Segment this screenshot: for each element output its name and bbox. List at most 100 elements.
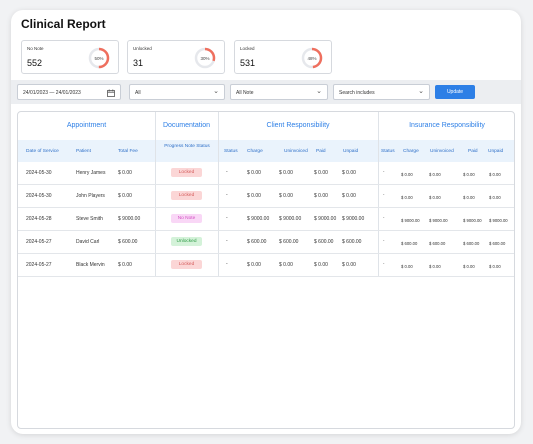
table-row[interactable]: 2024-05-30 Henry James $ 0.00 - $ 0.00 $ 0.00… <box>18 162 514 185</box>
calendar-icon <box>107 87 115 99</box>
cell-patient: Black Mervin <box>76 262 105 268</box>
table-row[interactable]: 2024-05-27 Black Mervin $ 0.00 - $ 0.00 $ 0.0… <box>18 254 514 277</box>
cell-fee: $ 0.00 <box>118 262 132 268</box>
cell-c-status: - <box>226 261 228 267</box>
cell-i-paid: $ 0.00 <box>463 195 475 200</box>
col-ins-uninvoiced[interactable]: Uninvoiced <box>430 149 454 154</box>
cell-c-unpaid: $ 9000.00 <box>342 216 365 222</box>
cell-i-charge: $ 9000.00 <box>401 218 420 223</box>
cell-c-charge: $ 0.00 <box>247 193 261 199</box>
col-patient[interactable]: Patient <box>76 149 91 154</box>
cell-i-unpaid: $ 0.00 <box>489 264 501 269</box>
chevron-down-icon: ⌄ <box>418 88 424 95</box>
cell-fee: $ 0.00 <box>118 170 132 176</box>
cell-i-charge: $ 0.00 <box>401 172 413 177</box>
cell-i-unpaid: $ 9000.00 <box>489 218 508 223</box>
chevron-down-icon: ⌄ <box>316 88 322 95</box>
group-header-appointment: Appointment <box>66 122 107 129</box>
note-filter-value: All Note <box>236 90 254 96</box>
cell-c-status: - <box>226 238 228 244</box>
cell-i-paid: $ 600.00 <box>463 241 480 246</box>
cell-i-uninvoiced: $ 9000.00 <box>429 218 448 223</box>
cell-i-uninvoiced: $ 0.00 <box>429 264 441 269</box>
cell-i-charge: $ 600.00 <box>401 241 418 246</box>
note-filter-select[interactable]: All Note ⌄ <box>230 84 328 100</box>
col-ins-unpaid[interactable]: Unpaid <box>488 149 503 154</box>
cell-patient: Steve Smith <box>76 216 103 222</box>
col-client-uninvoiced[interactable]: Uninvoiced <box>284 149 308 154</box>
col-date[interactable]: Date of Service <box>26 149 59 154</box>
cell-c-paid: $ 0.00 <box>314 193 328 199</box>
stat-label: No Note <box>27 46 44 51</box>
search-select[interactable]: Search includes ⌄ <box>333 84 430 100</box>
cell-c-status: - <box>226 215 228 221</box>
cell-date: 2024-05-27 <box>26 239 52 245</box>
cell-i-status: - <box>383 238 385 243</box>
stat-card-locked[interactable]: Locked 531 48% <box>234 40 332 74</box>
cell-i-status: - <box>383 215 385 220</box>
chevron-down-icon: ⌄ <box>213 88 219 95</box>
cell-i-unpaid: $ 600.00 <box>489 241 506 246</box>
clinical-report-card: Clinical Report No Note 552 50% Unlocked… <box>11 10 521 434</box>
cell-i-unpaid: $ 0.00 <box>489 195 501 200</box>
cell-date: 2024-05-27 <box>26 262 52 268</box>
group-header-documentation: Documentation <box>162 122 211 129</box>
col-client-status[interactable]: Status <box>224 149 238 154</box>
date-range-value: 24/01/2023 — 24/01/2023 <box>23 90 81 96</box>
col-ins-status[interactable]: Status <box>381 149 395 154</box>
status-badge: No Note <box>171 214 202 223</box>
stat-value: 531 <box>240 58 256 68</box>
cell-i-status: - <box>383 261 385 266</box>
table-row[interactable]: 2024-05-27 David Carl $ 600.00 - $ 600.00 $ 6… <box>18 231 514 254</box>
progress-ring-icon: 50% <box>88 47 110 69</box>
col-ins-charge[interactable]: Charge <box>403 149 419 154</box>
cell-i-paid: $ 0.00 <box>463 264 475 269</box>
search-select-value: Search includes <box>339 90 375 96</box>
filter-bar: 24/01/2023 — 24/01/2023 All ⌄ All Note ⌄… <box>11 80 521 104</box>
column-header-row: Date of Service Patient Total Fee Progre… <box>18 140 514 162</box>
col-ins-paid[interactable]: Paid <box>468 149 478 154</box>
stat-percent: 50% <box>94 56 103 61</box>
col-progress-note-status[interactable]: Progress Note Status <box>163 143 211 150</box>
cell-fee: $ 600.00 <box>118 239 138 245</box>
status-badge: Locked <box>171 168 202 177</box>
cell-c-charge: $ 9000.00 <box>247 216 270 222</box>
page-title: Clinical Report <box>21 17 106 31</box>
col-client-charge[interactable]: Charge <box>247 149 263 154</box>
col-client-paid[interactable]: Paid <box>316 149 326 154</box>
stat-percent: 48% <box>307 56 316 61</box>
col-client-unpaid[interactable]: Unpaid <box>343 149 358 154</box>
cell-c-uninvoiced: $ 600.00 <box>279 239 299 245</box>
cell-c-paid: $ 0.00 <box>314 170 328 176</box>
cell-c-unpaid: $ 0.00 <box>342 170 356 176</box>
cell-c-uninvoiced: $ 0.00 <box>279 170 293 176</box>
cell-c-unpaid: $ 0.00 <box>342 262 356 268</box>
status-badge: Locked <box>171 191 202 200</box>
progress-ring-icon: 30% <box>194 47 216 69</box>
table-row[interactable]: 2024-05-30 John Players $ 0.00 - $ 0.00 $ 0.0… <box>18 185 514 208</box>
stat-card-unlocked[interactable]: Unlocked 31 30% <box>127 40 225 74</box>
stat-value: 31 <box>133 58 144 68</box>
cell-c-charge: $ 0.00 <box>247 170 261 176</box>
cell-i-unpaid: $ 0.00 <box>489 172 501 177</box>
cell-c-unpaid: $ 0.00 <box>342 193 356 199</box>
filter-select-1[interactable]: All ⌄ <box>129 84 225 100</box>
stat-value: 552 <box>27 58 43 68</box>
cell-fee: $ 0.00 <box>118 193 132 199</box>
cell-c-uninvoiced: $ 0.00 <box>279 193 293 199</box>
cell-i-status: - <box>383 169 385 174</box>
col-total-fee[interactable]: Total Fee <box>118 149 138 154</box>
cell-i-charge: $ 0.00 <box>401 264 413 269</box>
cell-c-charge: $ 0.00 <box>247 262 261 268</box>
stat-label: Unlocked <box>133 46 152 51</box>
cell-date: 2024-05-30 <box>26 193 52 199</box>
cell-c-paid: $ 9000.00 <box>314 216 337 222</box>
update-button[interactable]: Update <box>435 85 475 99</box>
date-range-picker[interactable]: 24/01/2023 — 24/01/2023 <box>17 84 121 100</box>
stat-card-no-note[interactable]: No Note 552 50% <box>21 40 119 74</box>
status-badge: Locked <box>171 260 202 269</box>
cell-c-status: - <box>226 169 228 175</box>
cell-fee: $ 9000.00 <box>118 216 141 222</box>
report-table: Appointment Documentation Client Respons… <box>17 111 515 429</box>
table-row[interactable]: 2024-05-28 Steve Smith $ 9000.00 - $ 9000.00… <box>18 208 514 231</box>
